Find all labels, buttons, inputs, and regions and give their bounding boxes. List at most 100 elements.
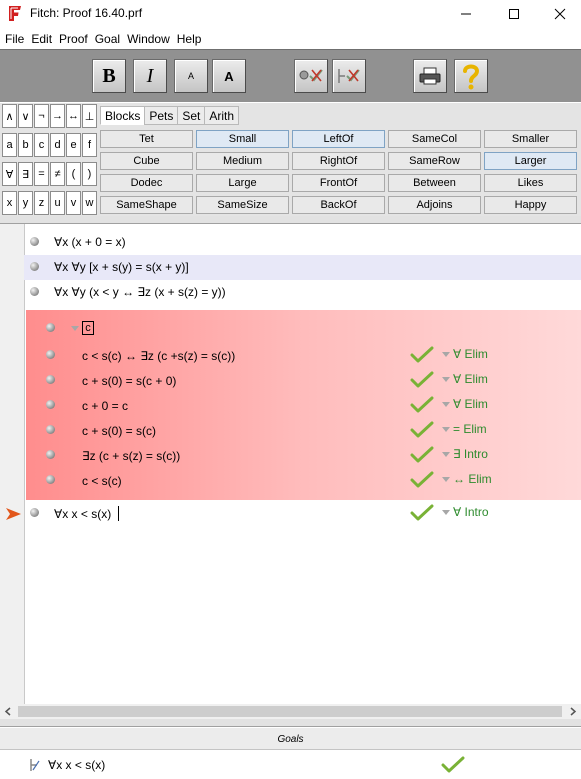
premise-row[interactable]: ∀x ∀y [x + s(y) = s(x + y)] [24, 255, 581, 280]
italic-button[interactable]: I [133, 59, 167, 93]
boxed-constant[interactable]: c [82, 321, 94, 335]
tab-set[interactable]: Set [177, 106, 206, 125]
premise-row[interactable]: ∀x (x + 0 = x) [24, 230, 581, 255]
tab-arith[interactable]: Arith [204, 106, 240, 125]
key-right-paren[interactable]: ) [82, 162, 97, 186]
key-y[interactable]: y [18, 191, 33, 215]
menu-help[interactable]: Help [177, 32, 202, 46]
horizontal-scrollbar[interactable] [0, 704, 581, 719]
close-button[interactable] [537, 0, 581, 28]
pane-divider[interactable] [0, 216, 581, 224]
premise-formula[interactable]: ∀x ∀y (x < y ↔ ∃z (x + s(z) = y)) [54, 285, 226, 299]
key-and[interactable]: ∧ [2, 104, 17, 128]
key-z[interactable]: z [34, 191, 49, 215]
key-iff[interactable]: ↔ [66, 104, 81, 128]
tab-pets[interactable]: Pets [144, 106, 179, 125]
menu-edit[interactable]: Edit [31, 32, 52, 46]
step-bullet[interactable] [46, 323, 55, 332]
key-e[interactable]: e [66, 133, 81, 157]
verify-proof-button[interactable] [332, 59, 366, 93]
check-step-button[interactable] [294, 59, 328, 93]
conclusion-formula-input[interactable]: ∀x x < s(x) [54, 507, 111, 521]
step-bullet[interactable] [30, 508, 39, 517]
step-bullet[interactable] [30, 237, 39, 246]
pred-larger[interactable]: Larger [484, 152, 577, 170]
key-or[interactable]: ∨ [18, 104, 33, 128]
large-font-button[interactable]: A [212, 59, 246, 93]
key-bottom[interactable]: ⊥ [82, 104, 97, 128]
pred-adjoins[interactable]: Adjoins [388, 196, 481, 214]
proof-step-row[interactable]: c + s(0) = s(c + 0) ∀ Elim [24, 368, 581, 393]
pred-cube[interactable]: Cube [100, 152, 193, 170]
step-formula[interactable]: c < s(c) ↔ ∃z (c +s(z) = s(c)) [82, 349, 235, 363]
pred-happy[interactable]: Happy [484, 196, 577, 214]
key-c[interactable]: c [34, 133, 49, 157]
help-button[interactable] [454, 59, 488, 93]
key-forall[interactable]: ∀ [2, 162, 17, 186]
pred-leftof[interactable]: LeftOf [292, 130, 385, 148]
step-bullet[interactable] [46, 375, 55, 384]
rule-label[interactable]: ∀ Elim [453, 372, 488, 386]
pred-medium[interactable]: Medium [196, 152, 289, 170]
pred-large[interactable]: Large [196, 174, 289, 192]
pred-samesize[interactable]: SameSize [196, 196, 289, 214]
rule-label[interactable]: ∀ Elim [453, 397, 488, 411]
step-formula[interactable]: c + s(0) = s(c + 0) [82, 374, 176, 388]
menu-proof[interactable]: Proof [59, 32, 88, 46]
step-bullet[interactable] [46, 425, 55, 434]
key-b[interactable]: b [18, 133, 33, 157]
menu-goal[interactable]: Goal [95, 32, 120, 46]
rule-label[interactable]: ∀ Elim [453, 347, 488, 361]
rule-label[interactable]: ∀ Intro [453, 505, 489, 519]
pred-small[interactable]: Small [196, 130, 289, 148]
proof-step-row[interactable]: c + 0 = c ∀ Elim [24, 393, 581, 418]
premise-formula[interactable]: ∀x ∀y [x + s(y) = s(x + y)] [54, 260, 189, 274]
bold-button[interactable]: B [92, 59, 126, 93]
step-bullet[interactable] [30, 287, 39, 296]
menu-window[interactable]: Window [127, 32, 170, 46]
key-f[interactable]: f [82, 133, 97, 157]
pred-tet[interactable]: Tet [100, 130, 193, 148]
goal-item[interactable]: ∀x x < s(x) [0, 751, 581, 779]
rule-dropdown-icon[interactable] [442, 477, 450, 482]
key-equals[interactable]: = [34, 162, 49, 186]
key-w[interactable]: w [82, 191, 97, 215]
key-left-paren[interactable]: ( [66, 162, 81, 186]
scrollbar-thumb[interactable] [18, 706, 562, 717]
key-v[interactable]: v [66, 191, 81, 215]
menu-file[interactable]: File [5, 32, 24, 46]
key-implies[interactable]: → [50, 104, 65, 128]
scroll-left-icon[interactable] [4, 707, 12, 716]
tab-blocks[interactable]: Blocks [100, 106, 146, 125]
step-bullet[interactable] [46, 350, 55, 359]
pred-sameshape[interactable]: SameShape [100, 196, 193, 214]
key-a[interactable]: a [2, 133, 17, 157]
small-font-button[interactable]: A [174, 59, 208, 93]
pred-smaller[interactable]: Smaller [484, 130, 577, 148]
proof-step-row[interactable]: ∃z (c + s(z) = s(c)) ∃ Intro [24, 443, 581, 468]
rule-label[interactable]: ↔ Elim [453, 472, 492, 486]
dropdown-arrow-icon[interactable] [71, 326, 79, 331]
step-formula[interactable]: c + 0 = c [82, 399, 128, 413]
step-bullet[interactable] [46, 400, 55, 409]
pred-samerow[interactable]: SameRow [388, 152, 481, 170]
rule-dropdown-icon[interactable] [442, 510, 450, 515]
pred-backof[interactable]: BackOf [292, 196, 385, 214]
minimize-button[interactable] [443, 0, 489, 28]
step-formula[interactable]: ∃z (c + s(z) = s(c)) [82, 449, 180, 463]
rule-dropdown-icon[interactable] [442, 377, 450, 382]
pred-between[interactable]: Between [388, 174, 481, 192]
key-x[interactable]: x [2, 191, 17, 215]
step-bullet[interactable] [30, 262, 39, 271]
step-bullet[interactable] [46, 450, 55, 459]
scroll-right-icon[interactable] [569, 707, 577, 716]
pred-dodec[interactable]: Dodec [100, 174, 193, 192]
pred-likes[interactable]: Likes [484, 174, 577, 192]
key-u[interactable]: u [50, 191, 65, 215]
premise-formula[interactable]: ∀x (x + 0 = x) [54, 235, 126, 249]
proof-step-row[interactable]: c + s(0) = s(c) = Elim [24, 418, 581, 443]
step-formula[interactable]: c + s(0) = s(c) [82, 424, 156, 438]
rule-dropdown-icon[interactable] [442, 402, 450, 407]
step-bullet[interactable] [46, 475, 55, 484]
rule-dropdown-icon[interactable] [442, 352, 450, 357]
